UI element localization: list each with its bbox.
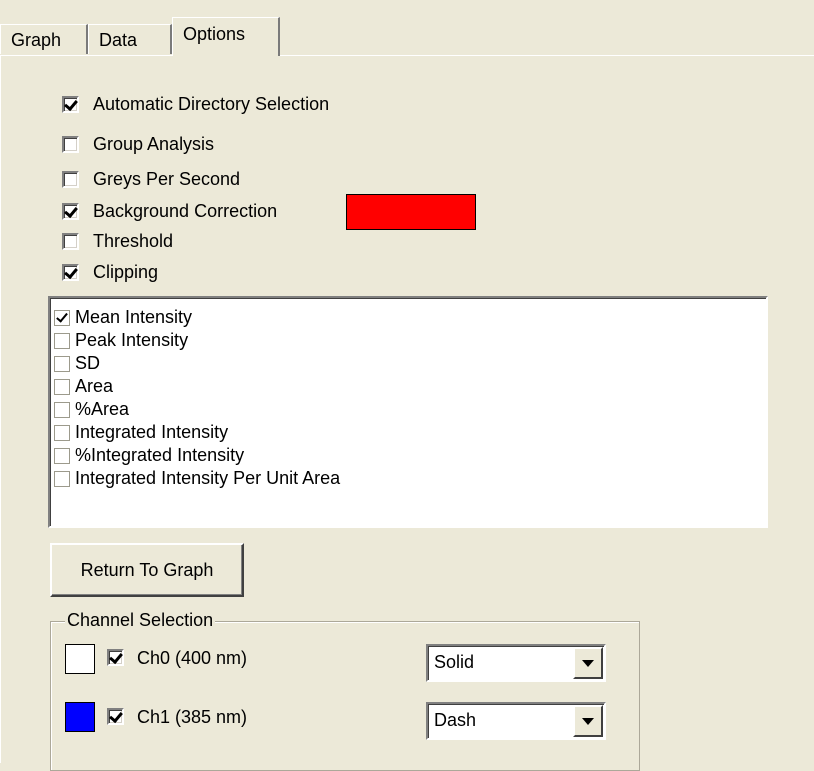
option-background-correction[interactable]: Background Correction (62, 198, 277, 224)
background-color-swatch[interactable] (346, 194, 476, 230)
chevron-down-icon[interactable] (573, 705, 603, 737)
checkbox-ch0[interactable] (107, 649, 124, 666)
list-checkbox[interactable] (54, 470, 70, 487)
list-item-label: %Integrated Intensity (75, 445, 245, 465)
list-item-label: Peak Intensity (75, 330, 189, 350)
list-item-integrated-intensity[interactable]: Integrated Intensity (54, 421, 228, 444)
checkbox-background-correction[interactable] (62, 202, 79, 220)
tab-strip: Graph Data Options (0, 16, 814, 56)
list-checkbox[interactable] (54, 378, 70, 395)
channel-selection-group: Channel Selection Ch0 (400 nm) Solid Ch1… (50, 610, 640, 771)
checkbox-automatic-directory-selection[interactable] (62, 95, 79, 113)
list-item-label: %Area (75, 399, 130, 419)
option-label: Automatic Directory Selection (93, 93, 330, 114)
list-item-label: SD (75, 353, 101, 373)
chevron-down-icon[interactable] (573, 647, 603, 679)
option-label: Clipping (93, 261, 159, 282)
list-checkbox[interactable] (54, 309, 70, 326)
option-group-analysis[interactable]: Group Analysis (62, 131, 214, 157)
option-label: Threshold (93, 230, 174, 251)
option-greys-per-second[interactable]: Greys Per Second (62, 166, 240, 192)
option-label: Greys Per Second (93, 168, 241, 189)
list-item-label: Integrated Intensity (75, 422, 229, 442)
channel-selection-title: Channel Selection (65, 610, 216, 631)
return-to-graph-button[interactable]: Return To Graph (50, 543, 244, 597)
measurement-checklist[interactable]: Mean Intensity Peak Intensity SD Area %A… (48, 296, 768, 528)
list-item-integrated-intensity-per-unit-area[interactable]: Integrated Intensity Per Unit Area (54, 467, 340, 490)
list-item-percent-area[interactable]: %Area (54, 398, 129, 421)
list-checkbox[interactable] (54, 401, 70, 418)
list-item-peak-intensity[interactable]: Peak Intensity (54, 329, 188, 352)
ch0-line-style-value: Solid (434, 652, 475, 672)
list-checkbox[interactable] (54, 447, 70, 464)
tab-graph[interactable]: Graph (0, 24, 88, 54)
option-threshold[interactable]: Threshold (62, 228, 173, 254)
list-item-sd[interactable]: SD (54, 352, 100, 375)
checkbox-greys-per-second[interactable] (62, 170, 79, 188)
option-label: Group Analysis (93, 133, 215, 154)
ch0-line-style-select[interactable]: Solid (426, 644, 606, 682)
list-item-label: Integrated Intensity Per Unit Area (75, 468, 341, 488)
option-clipping[interactable]: Clipping (62, 259, 158, 285)
list-item-label: Mean Intensity (75, 307, 193, 327)
list-item-percent-integrated-intensity[interactable]: %Integrated Intensity (54, 444, 244, 467)
list-checkbox[interactable] (54, 332, 70, 349)
ch1-label: Ch1 (385 nm) (137, 707, 248, 727)
list-checkbox[interactable] (54, 424, 70, 441)
tab-data[interactable]: Data (88, 24, 172, 54)
list-item-mean-intensity[interactable]: Mean Intensity (54, 306, 192, 329)
checkbox-threshold[interactable] (62, 232, 79, 250)
tab-options[interactable]: Options (172, 17, 280, 56)
ch1-line-style-value: Dash (434, 710, 477, 730)
option-automatic-directory-selection[interactable]: Automatic Directory Selection (62, 91, 329, 117)
checkbox-ch1[interactable] (107, 708, 124, 725)
ch0-color-swatch[interactable] (65, 644, 95, 674)
ch1-color-swatch[interactable] (65, 702, 95, 732)
ch1-line-style-select[interactable]: Dash (426, 702, 606, 740)
checkbox-clipping[interactable] (62, 263, 79, 281)
list-item-label: Area (75, 376, 114, 396)
list-item-area[interactable]: Area (54, 375, 113, 398)
list-checkbox[interactable] (54, 355, 70, 372)
checkbox-group-analysis[interactable] (62, 135, 79, 153)
option-label: Background Correction (93, 200, 278, 221)
ch0-label: Ch0 (400 nm) (137, 648, 248, 668)
